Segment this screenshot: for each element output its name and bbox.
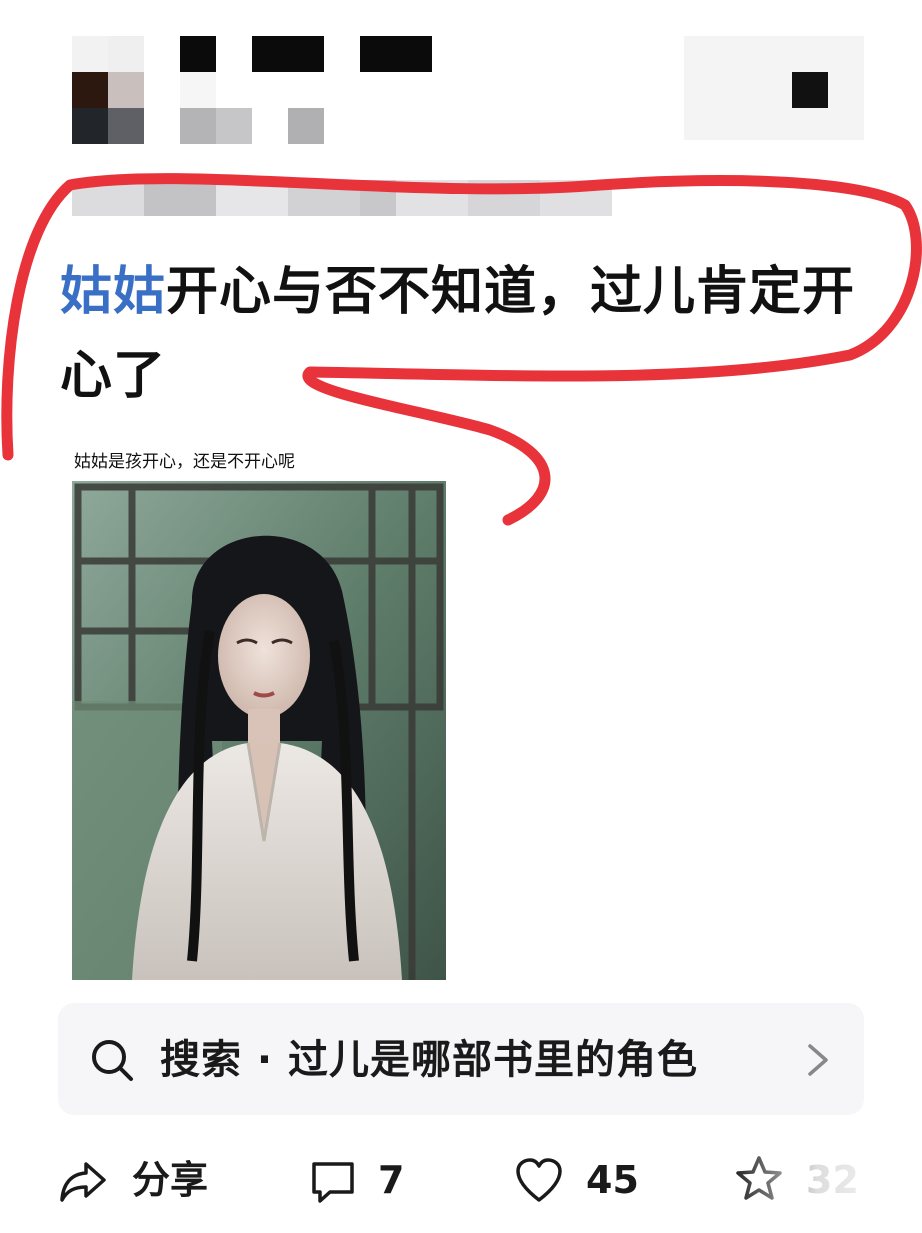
follow-button[interactable] [684,36,864,140]
post-photo[interactable] [72,481,446,980]
chevron-right-icon [800,1040,836,1080]
image-caption: 姑姑是孩开心，还是不开心呢 [62,444,456,480]
mention-link[interactable]: 姑姑 [60,262,166,322]
comment-count: 7 [378,1158,405,1202]
share-icon [58,1156,108,1206]
share-label: 分享 [132,1158,209,1202]
like-count: 45 [586,1158,639,1202]
follow-icon [792,72,828,108]
author-meta [180,72,360,144]
avatar[interactable] [72,36,144,144]
edge-fade [730,1140,922,1229]
comment-icon [308,1158,358,1208]
heart-icon [514,1156,564,1206]
post-text-body: 开心与否不知道，过儿肯定开心了 [60,262,856,406]
author-name[interactable] [180,36,432,72]
search-suggestion-label: 搜索 · 过儿是哪部书里的角色 [160,1037,699,1083]
post-text: 姑姑开心与否不知道，过儿肯定开心了 [60,250,880,418]
post-meta-line [72,180,612,216]
search-icon [90,1038,134,1082]
